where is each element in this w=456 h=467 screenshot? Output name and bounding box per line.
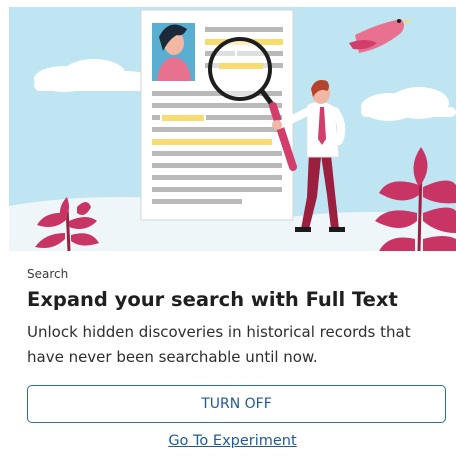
card-description: Unlock hidden discoveries in historical … bbox=[27, 323, 411, 366]
full-text-promo-card: Search Expand your search with Full Text… bbox=[9, 7, 456, 467]
turn-off-button[interactable]: TURN OFF bbox=[27, 385, 446, 423]
card-title: Expand your search with Full Text bbox=[27, 288, 398, 311]
document-icon bbox=[140, 9, 294, 221]
go-to-experiment-link[interactable]: Go To Experiment bbox=[168, 433, 296, 449]
experiment-link-container: Go To Experiment bbox=[9, 433, 456, 449]
hero-illustration bbox=[9, 7, 456, 251]
category-label: Search bbox=[27, 267, 69, 281]
